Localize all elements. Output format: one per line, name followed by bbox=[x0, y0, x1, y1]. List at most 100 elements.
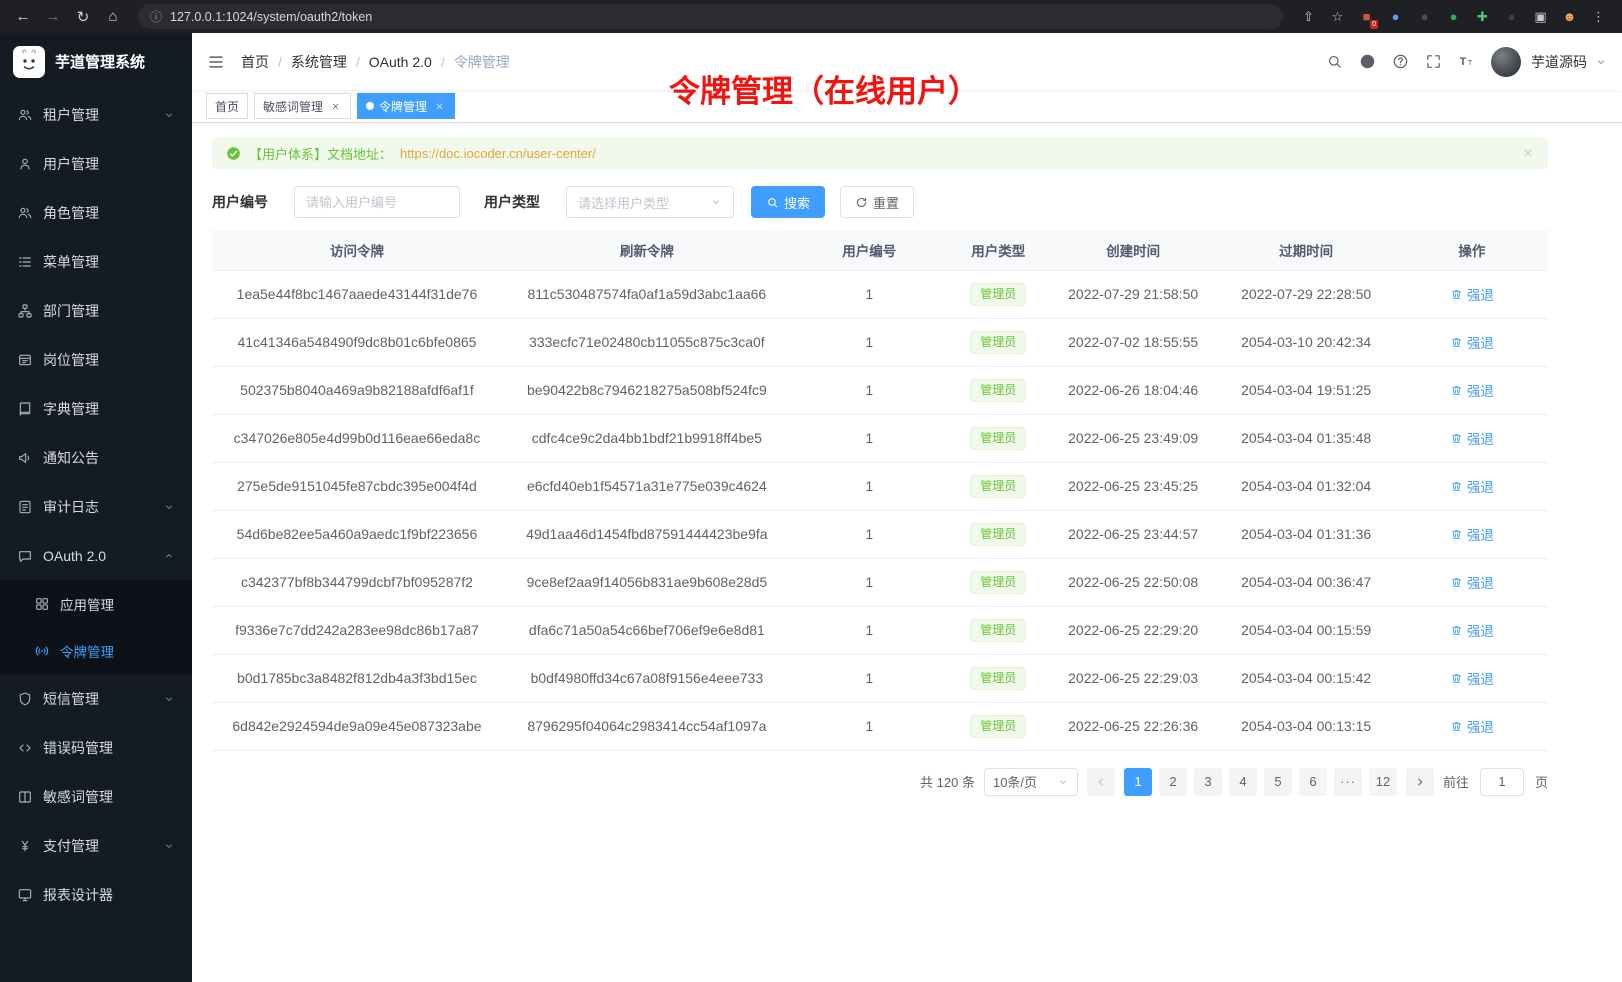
next-page-button[interactable] bbox=[1406, 768, 1434, 796]
address-bar[interactable]: ⓘ 127.0.0.1:1024/system/oauth2/token bbox=[138, 4, 1283, 29]
post-icon bbox=[17, 352, 33, 368]
profile-avatar-icon[interactable]: ☻ bbox=[1556, 5, 1583, 29]
reset-button-label: 重置 bbox=[873, 193, 899, 212]
refresh-token-cell: cdfc4ce9c2da4bb1bdf21b9918ff4be5 bbox=[502, 414, 792, 462]
fullscreen-icon[interactable] bbox=[1425, 53, 1442, 70]
force-logout-button[interactable]: 强退 bbox=[1450, 716, 1494, 736]
sidebar-item-pay[interactable]: 支付管理 bbox=[0, 821, 192, 870]
tab-close-icon[interactable] bbox=[328, 99, 342, 113]
extension-paw-icon[interactable]: ● bbox=[1498, 5, 1525, 29]
prev-page-button[interactable] bbox=[1087, 768, 1115, 796]
site-info-icon[interactable]: ⓘ bbox=[150, 8, 162, 25]
extension-blue-icon[interactable]: ● bbox=[1382, 5, 1409, 29]
tab-token[interactable]: 令牌管理 bbox=[357, 93, 455, 119]
breadcrumb-item[interactable]: OAuth 2.0 bbox=[369, 54, 432, 70]
banner-close-icon[interactable] bbox=[1522, 147, 1534, 159]
sidebar-item-dept[interactable]: 部门管理 bbox=[0, 286, 192, 335]
breadcrumb-item[interactable]: 首页 bbox=[241, 52, 269, 72]
user-type-select[interactable]: 请选择用户类型 bbox=[566, 186, 734, 218]
sidebar-item-post[interactable]: 岗位管理 bbox=[0, 335, 192, 384]
sidebar-item-report-designer[interactable]: 报表设计器 bbox=[0, 870, 192, 919]
sidebar-item-oauth2-app[interactable]: 应用管理 bbox=[0, 580, 192, 627]
user-menu-caret-icon[interactable] bbox=[1595, 56, 1607, 68]
force-logout-button[interactable]: 强退 bbox=[1450, 524, 1494, 544]
bookmark-star-icon[interactable]: ☆ bbox=[1324, 5, 1351, 29]
column-header: 过期时间 bbox=[1217, 230, 1396, 270]
force-logout-button[interactable]: 强退 bbox=[1450, 476, 1494, 496]
pager-page-3[interactable]: 3 bbox=[1194, 768, 1222, 796]
sidebar-item-audit-log[interactable]: 审计日志 bbox=[0, 482, 192, 531]
pager-more[interactable]: ··· bbox=[1334, 768, 1362, 796]
extension-green-icon[interactable]: ● bbox=[1440, 5, 1467, 29]
sidebar-item-error-code[interactable]: 错误码管理 bbox=[0, 723, 192, 772]
force-logout-button[interactable]: 强退 bbox=[1450, 428, 1494, 448]
header-actions: TT 芋道源码 bbox=[1326, 47, 1607, 77]
sidebar: 芋道管理系统 租户管理用户管理角色管理菜单管理部门管理岗位管理字典管理通知公告审… bbox=[0, 33, 192, 982]
sidebar-item-oauth2[interactable]: OAuth 2.0 bbox=[0, 531, 192, 580]
sidebar-item-tenant[interactable]: 租户管理 bbox=[0, 90, 192, 139]
user-type-badge: 管理员 bbox=[970, 427, 1026, 450]
github-icon[interactable] bbox=[1359, 53, 1376, 70]
column-header: 访问令牌 bbox=[212, 230, 502, 270]
user-type-cell: 管理员 bbox=[947, 558, 1050, 606]
sidebar-item-label: 菜单管理 bbox=[43, 252, 99, 272]
avatar[interactable] bbox=[1491, 47, 1521, 77]
back-icon[interactable]: ← bbox=[10, 4, 36, 30]
access-token-cell: 275e5de9151045fe87cbdc395e004f4d bbox=[212, 462, 502, 510]
home-icon[interactable]: ⌂ bbox=[100, 4, 126, 30]
user-name[interactable]: 芋道源码 bbox=[1531, 52, 1587, 72]
goto-page-input[interactable] bbox=[1480, 768, 1524, 796]
force-logout-button[interactable]: 强退 bbox=[1450, 284, 1494, 304]
sidebar-item-user[interactable]: 用户管理 bbox=[0, 139, 192, 188]
breadcrumb-item[interactable]: 系统管理 bbox=[291, 52, 347, 72]
extensions-puzzle-icon[interactable]: ✚ bbox=[1469, 5, 1496, 29]
users-icon bbox=[17, 107, 33, 123]
extension-dark-icon[interactable]: ● bbox=[1411, 5, 1438, 29]
adblock-extension-icon[interactable]: ■0 bbox=[1353, 5, 1380, 29]
fontsize-icon[interactable]: TT bbox=[1458, 53, 1475, 70]
tab-close-icon[interactable] bbox=[432, 99, 446, 113]
sidebar-item-sms[interactable]: 短信管理 bbox=[0, 674, 192, 723]
force-logout-button[interactable]: 强退 bbox=[1450, 620, 1494, 640]
pager-page-12[interactable]: 12 bbox=[1369, 768, 1397, 796]
tab-sensitive-word[interactable]: 敏感词管理 bbox=[254, 93, 351, 119]
pager-page-5[interactable]: 5 bbox=[1264, 768, 1292, 796]
sidebar-item-oauth2-token[interactable]: 令牌管理 bbox=[0, 627, 192, 674]
sidebar-menu: 租户管理用户管理角色管理菜单管理部门管理岗位管理字典管理通知公告审计日志 OAut… bbox=[0, 90, 192, 982]
force-logout-button[interactable]: 强退 bbox=[1450, 332, 1494, 352]
search-button[interactable]: 搜索 bbox=[751, 186, 825, 218]
tab-home[interactable]: 首页 bbox=[206, 93, 248, 119]
search-icon[interactable] bbox=[1326, 53, 1343, 70]
share-icon[interactable]: ⇧ bbox=[1295, 5, 1322, 29]
force-logout-button[interactable]: 强退 bbox=[1450, 572, 1494, 592]
force-logout-button[interactable]: 强退 bbox=[1450, 668, 1494, 688]
pager-page-1[interactable]: 1 bbox=[1124, 768, 1152, 796]
pager-page-2[interactable]: 2 bbox=[1159, 768, 1187, 796]
help-icon[interactable] bbox=[1392, 53, 1409, 70]
side-panel-icon[interactable]: ▣ bbox=[1527, 5, 1554, 29]
banner-link[interactable]: https://doc.iocoder.cn/user-center/ bbox=[400, 146, 596, 161]
pager-page-4[interactable]: 4 bbox=[1229, 768, 1257, 796]
user-id-input[interactable] bbox=[294, 186, 460, 218]
force-logout-button[interactable]: 强退 bbox=[1450, 380, 1494, 400]
sidebar-item-label: OAuth 2.0 bbox=[43, 548, 106, 564]
sidebar-item-menu[interactable]: 菜单管理 bbox=[0, 237, 192, 286]
side-panel-icon-glyph: ▣ bbox=[1534, 10, 1546, 23]
sidebar-item-sensitive-word[interactable]: 敏感词管理 bbox=[0, 772, 192, 821]
sidebar-collapse-button[interactable] bbox=[207, 53, 225, 71]
app-logo[interactable]: 芋道管理系统 bbox=[0, 33, 192, 90]
menu-dots-icon[interactable]: ⋮ bbox=[1585, 5, 1612, 29]
sidebar-item-role[interactable]: 角色管理 bbox=[0, 188, 192, 237]
sidebar-item-notice[interactable]: 通知公告 bbox=[0, 433, 192, 482]
expire-time-cell: 2054-03-04 19:51:25 bbox=[1217, 366, 1396, 414]
page-size-select[interactable]: 10条/页 bbox=[984, 768, 1078, 796]
reset-button[interactable]: 重置 bbox=[840, 186, 914, 218]
user-id-cell: 1 bbox=[792, 318, 947, 366]
refresh-icon[interactable]: ↻ bbox=[70, 4, 96, 30]
breadcrumb-separator: / bbox=[356, 54, 360, 70]
sidebar-item-dict[interactable]: 字典管理 bbox=[0, 384, 192, 433]
pager-page-6[interactable]: 6 bbox=[1299, 768, 1327, 796]
forward-icon[interactable]: → bbox=[40, 4, 66, 30]
user-type-cell: 管理员 bbox=[947, 462, 1050, 510]
extension-blue-icon-glyph: ● bbox=[1392, 10, 1400, 23]
